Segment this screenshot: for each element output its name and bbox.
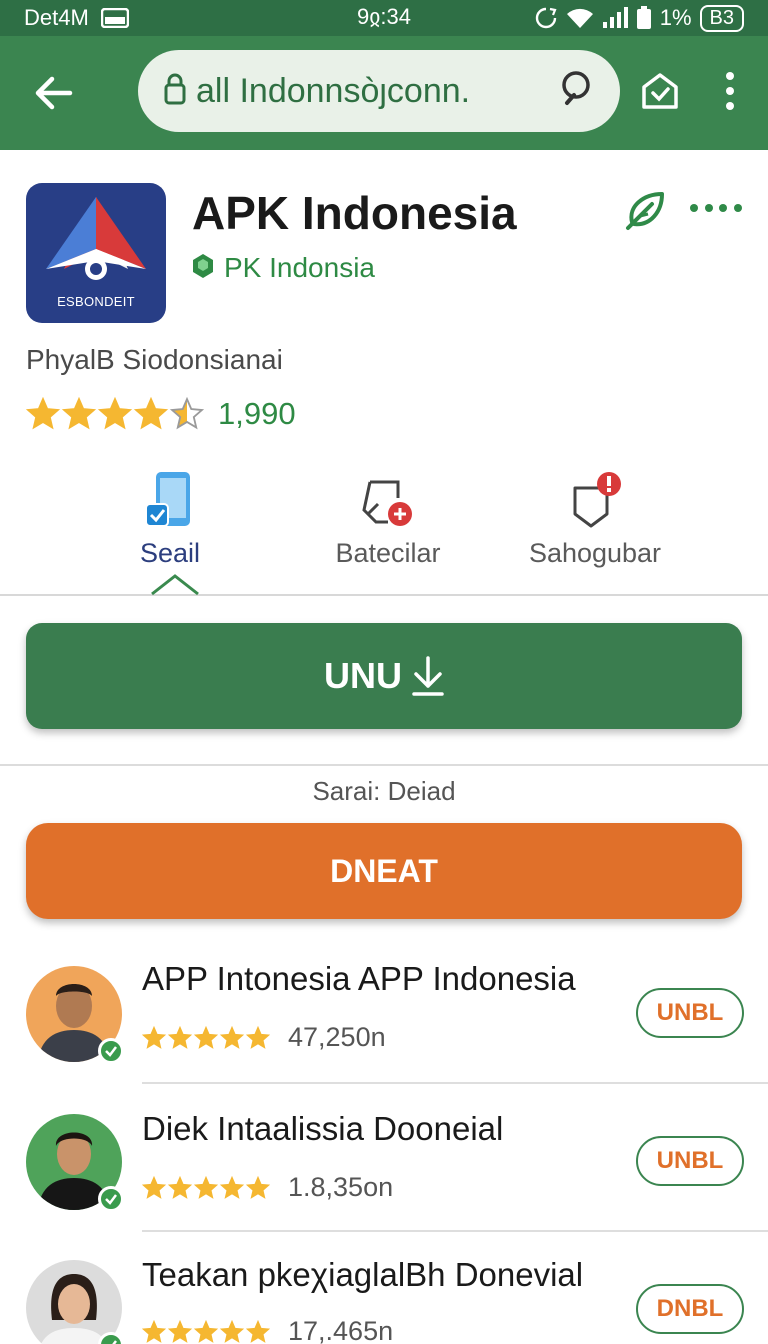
back-button[interactable] xyxy=(22,61,86,125)
star-full-icon xyxy=(168,1319,192,1343)
divider xyxy=(142,1082,768,1084)
list-item-stars xyxy=(142,1319,270,1344)
star-full-icon xyxy=(168,1175,192,1199)
active-tab-indicator xyxy=(151,574,199,596)
dot-icon xyxy=(726,87,734,95)
star-full-icon xyxy=(142,1319,166,1343)
star-full-icon xyxy=(142,1025,166,1049)
star-full-icon xyxy=(246,1175,270,1199)
search-icon[interactable] xyxy=(558,69,598,114)
dot-icon xyxy=(719,204,728,212)
star-full-icon xyxy=(246,1025,270,1049)
secondary-action-button[interactable]: DNEAT xyxy=(26,823,742,919)
star-full-icon xyxy=(220,1319,244,1343)
star-full-icon xyxy=(220,1025,244,1049)
app-icon-label: ESBONDEIT xyxy=(57,294,135,309)
list-item[interactable]: Diek Intaalissia Dooneial 1.8,35on UNBL xyxy=(0,1110,768,1258)
share-button[interactable] xyxy=(622,188,670,232)
broken-link-icon xyxy=(360,462,416,530)
status-caption: Sarai: Deiad xyxy=(312,776,456,806)
rating-count: 1,990 xyxy=(218,396,296,431)
list-item-action-button[interactable]: DNBL xyxy=(636,1284,744,1334)
divider xyxy=(0,764,768,766)
status-bar: Det4M 9ჲ:34 1% B3 xyxy=(0,0,768,36)
shield-alert-icon xyxy=(567,462,623,530)
dot-icon xyxy=(726,102,734,110)
star-full-icon xyxy=(194,1319,218,1343)
dot-icon xyxy=(733,204,742,212)
star-full-icon xyxy=(26,397,60,430)
verified-badge-icon xyxy=(98,1186,124,1212)
list-item[interactable]: APP Intonesia APP Indonesia 47,250n UNBL xyxy=(0,960,768,1108)
list-item-count: 47,250n xyxy=(288,1022,386,1052)
secondary-button-label: DNEAT xyxy=(330,852,438,889)
tab-label: Sahogubar xyxy=(528,538,662,568)
list-item-stars xyxy=(142,1025,270,1050)
arrow-left-icon xyxy=(35,76,73,110)
app-subtitle: PhyalB Siodonsianai xyxy=(26,344,283,375)
star-full-icon xyxy=(194,1175,218,1199)
tab-label: Batecilar xyxy=(335,538,441,568)
list-item-meta: 17,.465n xyxy=(142,1316,393,1344)
star-full-icon xyxy=(220,1175,244,1199)
developer-row[interactable]: PK Indonsia xyxy=(192,252,375,284)
star-full-icon xyxy=(142,1175,166,1199)
list-item-title: APP Intonesia APP Indonesia xyxy=(142,960,576,997)
tab-sahogubar[interactable]: Sahogubar xyxy=(520,462,670,596)
app-title: APK Indonesia xyxy=(192,187,517,239)
star-full-icon xyxy=(134,397,168,430)
home-check-icon xyxy=(642,73,678,109)
rating-row: 1,990 xyxy=(26,396,296,432)
tab-batecilar[interactable]: Batecilar xyxy=(318,462,458,596)
list-item-meta: 47,250n xyxy=(142,1022,386,1053)
rating-stars xyxy=(26,397,204,431)
app-icon: ESBONDEIT xyxy=(26,183,166,323)
developer-name: PK Indonsia xyxy=(224,252,375,283)
home-button[interactable] xyxy=(636,66,684,116)
list-item-count: 17,.465n xyxy=(288,1316,394,1344)
lock-icon xyxy=(164,73,186,110)
verified-badge-icon xyxy=(98,1038,124,1064)
install-button[interactable]: UNU xyxy=(26,623,742,729)
dot-icon xyxy=(704,204,713,212)
list-item-count: 1.8,35on xyxy=(288,1172,394,1202)
leaf-share-icon xyxy=(626,192,664,230)
star-full-icon xyxy=(168,1025,192,1049)
dot-icon xyxy=(726,72,734,80)
list-item-action-button[interactable]: UNBL xyxy=(636,988,744,1038)
url-text: all Indonnsòȷconn. xyxy=(196,71,471,110)
star-full-icon xyxy=(98,397,132,430)
list-item-meta: 1.8,35on xyxy=(142,1172,393,1203)
list-item-title: Teakan pkeχiaglalBh Donevial xyxy=(142,1256,584,1293)
list-item-stars xyxy=(142,1175,270,1200)
tab-label: Seail xyxy=(139,538,201,568)
star-full-icon xyxy=(246,1319,270,1343)
avatar xyxy=(26,966,124,1064)
list-item-action-button[interactable]: UNBL xyxy=(636,1136,744,1186)
list-item[interactable]: Teakan pkeχiaglalBh Donevial 17,.465n DN… xyxy=(0,1256,768,1344)
phone-check-icon xyxy=(144,462,196,530)
star-full-icon xyxy=(194,1025,218,1049)
download-icon xyxy=(412,656,444,696)
star-half-icon xyxy=(170,397,204,430)
install-button-label: UNU xyxy=(324,655,402,696)
dot-icon xyxy=(690,204,698,212)
url-field[interactable]: all Indonnsòȷconn. xyxy=(138,50,620,132)
overflow-menu-button[interactable] xyxy=(714,66,746,116)
avatar xyxy=(26,1260,124,1344)
more-options-button[interactable] xyxy=(690,196,742,220)
browser-toolbar: all Indonnsòȷconn. xyxy=(0,36,768,150)
tab-bar: Seail Batecilar Sahogubar xyxy=(0,462,768,596)
avatar xyxy=(26,1114,124,1212)
divider xyxy=(142,1230,768,1232)
star-full-icon xyxy=(62,397,96,430)
list-item-title: Diek Intaalissia Dooneial xyxy=(142,1110,504,1147)
status-time: 9ჲ:34 xyxy=(357,4,411,29)
verified-developer-icon xyxy=(192,253,214,284)
